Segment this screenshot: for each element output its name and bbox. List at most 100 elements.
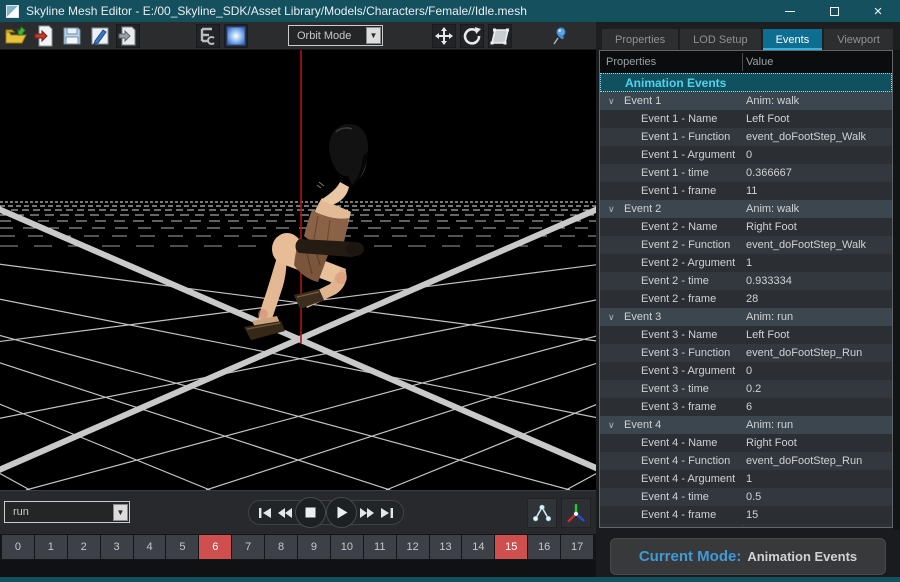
frame-cell-13[interactable]: 13 <box>430 535 462 559</box>
animation-dropdown[interactable]: run ▼ <box>4 501 130 523</box>
export-button[interactable] <box>116 24 140 48</box>
property-value[interactable]: Anim: walk <box>746 200 799 218</box>
property-value[interactable]: event_doFootStep_Run <box>746 452 862 470</box>
chevron-down-icon[interactable]: ▼ <box>113 504 128 521</box>
frame-cell-17[interactable]: 17 <box>561 535 593 559</box>
property-value[interactable]: Anim: run <box>746 416 793 434</box>
property-row[interactable]: Event 1 - frame11 <box>600 182 892 200</box>
property-value[interactable]: 0.2 <box>746 380 761 398</box>
play-button[interactable] <box>326 497 357 528</box>
property-value[interactable]: Right Foot <box>746 434 797 452</box>
property-row[interactable]: ∨Event 1Anim: walk <box>600 92 892 110</box>
property-value[interactable]: event_doFootStep_Walk <box>746 128 866 146</box>
open-folder-button[interactable] <box>4 24 28 48</box>
property-row[interactable]: Event 2 - Functionevent_doFootStep_Walk <box>600 236 892 254</box>
axis-view-button[interactable] <box>561 498 591 528</box>
property-row[interactable]: ∨Event 2Anim: walk <box>600 200 892 218</box>
property-row[interactable]: Event 4 - NameRight Foot <box>600 434 892 452</box>
view-mode-dropdown[interactable]: Orbit Mode ▼ <box>288 25 383 46</box>
tab-events[interactable]: Events <box>763 29 823 50</box>
save-button[interactable] <box>60 24 84 48</box>
property-row[interactable]: ∨Event 4Anim: run <box>600 416 892 434</box>
edit-mesh-button[interactable] <box>88 24 112 48</box>
property-value[interactable]: 0 <box>746 146 752 164</box>
pin-panel-button[interactable] <box>548 24 572 48</box>
property-row[interactable]: Event 2 - time0.933334 <box>600 272 892 290</box>
frame-cell-1[interactable]: 1 <box>35 535 67 559</box>
light-tool-button[interactable] <box>224 24 248 48</box>
import-button[interactable] <box>32 24 56 48</box>
property-value[interactable]: 0.366667 <box>746 164 792 182</box>
frame-cell-14[interactable]: 14 <box>462 535 494 559</box>
chevron-down-icon[interactable]: ∨ <box>608 200 615 218</box>
stop-button[interactable] <box>295 497 326 528</box>
frame-cell-10[interactable]: 10 <box>331 535 363 559</box>
property-row[interactable]: Event 3 - Functionevent_doFootStep_Run <box>600 344 892 362</box>
chevron-down-icon[interactable]: ∨ <box>608 416 615 434</box>
property-row[interactable]: Event 4 - Functionevent_doFootStep_Run <box>600 452 892 470</box>
scale-tool-button[interactable] <box>488 24 512 48</box>
entity-tool-button[interactable] <box>196 24 220 48</box>
chevron-down-icon[interactable]: ∨ <box>608 308 615 326</box>
property-value[interactable]: event_doFootStep_Walk <box>746 236 866 254</box>
frame-cell-8[interactable]: 8 <box>265 535 297 559</box>
property-row[interactable]: Event 2 - frame28 <box>600 290 892 308</box>
property-row[interactable]: Event 2 - NameRight Foot <box>600 218 892 236</box>
skip-start-button[interactable] <box>255 502 275 523</box>
property-row[interactable]: Event 1 - time0.366667 <box>600 164 892 182</box>
property-value[interactable]: Anim: run <box>746 308 793 326</box>
frame-cell-2[interactable]: 2 <box>68 535 100 559</box>
property-row[interactable]: ∨Event 3Anim: run <box>600 308 892 326</box>
property-row[interactable]: Event 4 - Argument1 <box>600 470 892 488</box>
frame-cell-6[interactable]: 6 <box>199 535 231 559</box>
rewind-button[interactable] <box>275 502 295 523</box>
property-value[interactable]: 15 <box>746 506 758 524</box>
property-row[interactable]: Event 3 - Argument0 <box>600 362 892 380</box>
property-row[interactable]: Event 1 - Functionevent_doFootStep_Walk <box>600 128 892 146</box>
property-value[interactable]: 0 <box>746 362 752 380</box>
minimize-button[interactable] <box>768 0 812 22</box>
tab-properties[interactable]: Properties <box>602 29 678 50</box>
frame-cell-7[interactable]: 7 <box>232 535 264 559</box>
frame-cell-0[interactable]: 0 <box>2 535 34 559</box>
title-bar[interactable]: Skyline Mesh Editor - E:/00_Skyline_SDK/… <box>0 0 900 22</box>
property-value[interactable]: 6 <box>746 398 752 416</box>
skeleton-view-button[interactable] <box>527 498 557 528</box>
property-row[interactable]: Event 3 - time0.2 <box>600 380 892 398</box>
property-value[interactable]: 28 <box>746 290 758 308</box>
skip-end-button[interactable] <box>377 502 397 523</box>
chevron-down-icon[interactable]: ∨ <box>608 92 615 110</box>
frame-cell-9[interactable]: 9 <box>298 535 330 559</box>
move-tool-button[interactable] <box>432 24 456 48</box>
frame-cell-4[interactable]: 4 <box>134 535 166 559</box>
property-row[interactable]: Animation Events <box>600 73 892 92</box>
tab-lod-setup[interactable]: LOD Setup <box>680 29 760 50</box>
frame-cell-16[interactable]: 16 <box>528 535 560 559</box>
property-row[interactable]: Event 3 - NameLeft Foot <box>600 326 892 344</box>
frame-cell-5[interactable]: 5 <box>166 535 198 559</box>
maximize-button[interactable] <box>812 0 856 22</box>
property-value[interactable]: event_doFootStep_Run <box>746 344 862 362</box>
property-value[interactable]: Left Foot <box>746 110 789 128</box>
frame-cell-12[interactable]: 12 <box>397 535 429 559</box>
rotate-tool-button[interactable] <box>460 24 484 48</box>
property-row[interactable]: Event 1 - Argument0 <box>600 146 892 164</box>
property-row[interactable]: Event 4 - time0.5 <box>600 488 892 506</box>
frame-cell-11[interactable]: 11 <box>364 535 396 559</box>
property-value[interactable]: 1 <box>746 254 752 272</box>
property-value[interactable]: 1 <box>746 470 752 488</box>
close-button[interactable]: × <box>856 0 900 22</box>
frame-cell-15[interactable]: 15 <box>495 535 527 559</box>
fast-forward-button[interactable] <box>357 502 377 523</box>
property-value[interactable]: Right Foot <box>746 218 797 236</box>
property-value[interactable]: Anim: walk <box>746 92 799 110</box>
viewport-3d[interactable] <box>0 50 596 490</box>
property-row[interactable]: Event 4 - frame15 <box>600 506 892 524</box>
property-value[interactable]: 11 <box>746 182 757 200</box>
property-value[interactable]: Left Foot <box>746 326 789 344</box>
property-value[interactable]: 0.5 <box>746 488 761 506</box>
frame-cell-3[interactable]: 3 <box>101 535 133 559</box>
property-value[interactable]: 0.933334 <box>746 272 792 290</box>
property-row[interactable]: Event 3 - frame6 <box>600 398 892 416</box>
tab-viewport[interactable]: Viewport <box>824 29 893 50</box>
